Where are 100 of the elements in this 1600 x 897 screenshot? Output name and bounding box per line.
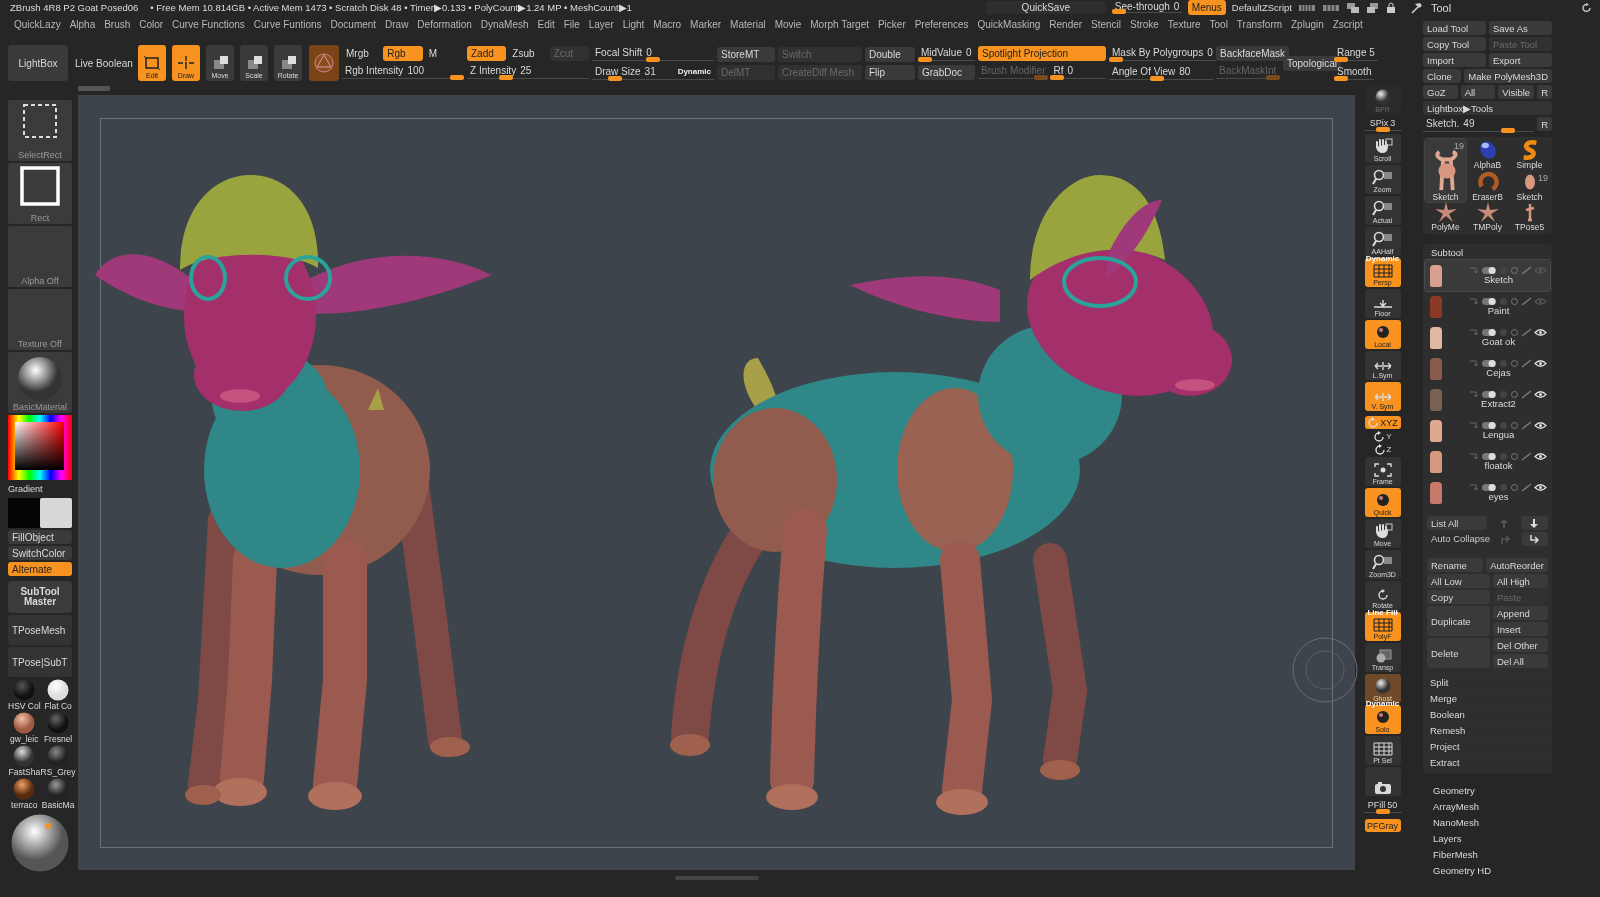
menu-item[interactable]: Curve Functions (172, 18, 245, 30)
menu-item[interactable]: Material (730, 18, 766, 30)
shelf-button[interactable]: TPose|SubT (8, 647, 72, 677)
toolbar-button[interactable]: Flip (865, 64, 915, 80)
color-picker[interactable] (8, 415, 72, 480)
menu-item[interactable]: QuickLazy (14, 18, 61, 30)
section-header[interactable]: FiberMesh (1423, 846, 1552, 862)
tool-button[interactable]: GoZ (1423, 85, 1458, 99)
menu-item[interactable]: Tool (1209, 18, 1228, 30)
tool-thumbnail[interactable]: 19 Sketch (1509, 171, 1550, 202)
menu-item[interactable]: Document (330, 18, 377, 30)
subtool-master-button[interactable]: SubTool Master (8, 581, 72, 613)
shelf-button[interactable]: TPoseMesh (8, 615, 72, 645)
rotate-axis-button[interactable]: Z (1373, 444, 1392, 455)
tool-thumbnail[interactable]: PolyMe (1425, 203, 1466, 232)
menus-button[interactable]: Menus (1187, 0, 1226, 15)
menu-item[interactable]: Movie (774, 18, 802, 30)
menu-item[interactable]: Macro (653, 18, 682, 30)
subtool-item[interactable]: Extract2 (1425, 384, 1550, 415)
subtool-item[interactable]: Lengua (1425, 415, 1550, 446)
subtool-button[interactable]: Duplicate (1427, 606, 1490, 636)
list-all-button[interactable]: List All (1427, 516, 1487, 530)
slider[interactable]: Z Intensity 25 (467, 64, 589, 80)
tool-button[interactable]: Load Tool (1423, 21, 1486, 35)
slider[interactable]: Mask By Polygroups 0 (1109, 45, 1216, 62)
subtool-button[interactable]: Append (1493, 606, 1548, 620)
shelf-tile[interactable]: Alpha Off (8, 226, 72, 287)
menu-item[interactable]: Draw (385, 18, 409, 30)
tool-thumbnail[interactable]: TMPoly (1467, 203, 1508, 232)
menu-item[interactable]: Zplugin (1291, 18, 1324, 30)
tool-thumbnail[interactable]: AlphaB (1467, 139, 1508, 170)
menu-item[interactable]: Alpha (69, 18, 96, 30)
menu-item[interactable]: Curve Funtions (253, 18, 322, 30)
tool-button[interactable]: All (1460, 85, 1496, 99)
tool-button[interactable]: Clone (1423, 69, 1462, 83)
section-header[interactable]: Layers (1423, 830, 1552, 846)
subtool-command[interactable]: Extract (1425, 754, 1550, 770)
subtool-button[interactable]: AutoReorder (1486, 558, 1548, 572)
subtool-command[interactable]: Project (1425, 738, 1550, 754)
tool-thumbnail[interactable]: 19 Sketch (1425, 139, 1466, 202)
shelf-slider[interactable]: PFill 50 (1363, 798, 1402, 814)
subtool-item[interactable]: Goat ok (1425, 322, 1550, 353)
tool-thumbnail[interactable]: EraserB (1467, 171, 1508, 202)
shelf-tile[interactable]: BasicMaterial (8, 352, 72, 413)
move-down-button[interactable] (1520, 516, 1548, 530)
tool-thumbnail[interactable]: Simple (1509, 139, 1550, 170)
slider[interactable]: MidValue 0 (918, 46, 975, 62)
lightbox-button[interactable]: LightBox (8, 45, 68, 81)
subtool-button[interactable]: Del All (1493, 654, 1548, 668)
rotate-axis-button[interactable]: Y (1373, 431, 1392, 442)
subtool-item[interactable]: floatok (1425, 446, 1550, 477)
reset-button[interactable]: R (1537, 117, 1552, 131)
tool-slider[interactable]: Sketch. 49 (1423, 117, 1535, 133)
menu-item[interactable]: Zscript (1332, 18, 1363, 30)
subtool-command[interactable]: Remesh (1425, 722, 1550, 738)
subtool-button[interactable]: Insert (1493, 622, 1548, 636)
toolbar-button[interactable]: Rgb (383, 46, 423, 61)
toolbar-button[interactable]: M (424, 46, 464, 61)
subtool-button[interactable]: All High (1493, 574, 1548, 588)
scroll-thumb[interactable] (78, 86, 110, 91)
section-header[interactable]: NanoMesh (1423, 814, 1552, 830)
menu-item[interactable]: Color (139, 18, 164, 30)
subtool-item[interactable]: Paint (1425, 291, 1550, 322)
shelf-slider[interactable]: SPix 3 (1363, 116, 1402, 132)
subtool-command[interactable]: Boolean (1425, 706, 1550, 722)
menu-item[interactable]: File (563, 18, 580, 30)
toolbar-button[interactable]: Zadd (467, 46, 507, 61)
subtool-command[interactable]: Split (1425, 674, 1550, 690)
menu-item[interactable]: Marker (690, 18, 722, 30)
shelf-tile[interactable]: SelectRect (8, 100, 72, 161)
tool-button[interactable]: Lightbox▶Tools (1423, 101, 1552, 115)
primary-color-swatch[interactable] (8, 498, 40, 528)
shelf-button[interactable] (1364, 767, 1401, 796)
menu-item[interactable]: Light (622, 18, 645, 30)
menu-item[interactable]: Brush (104, 18, 131, 30)
script-name[interactable]: DefaultZScript (1231, 2, 1292, 13)
menu-item[interactable]: QuickMasking (977, 18, 1041, 30)
subtool-button[interactable]: All Low (1427, 574, 1490, 588)
menu-item[interactable]: Transform (1236, 18, 1283, 30)
tool-button[interactable]: Export (1489, 53, 1552, 67)
subtool-button[interactable]: Del Other (1493, 638, 1548, 652)
tool-button[interactable]: Visible (1498, 85, 1535, 99)
secondary-color-swatch[interactable] (40, 498, 72, 528)
slider[interactable]: Focal Shift 0 (592, 45, 714, 62)
shelf-tile[interactable]: Texture Off (8, 289, 72, 350)
toolbar-button[interactable]: StoreMT (717, 46, 775, 62)
tool-button[interactable]: Save As (1489, 21, 1552, 35)
menu-item[interactable]: Picker (877, 18, 906, 30)
shelf-button[interactable]: FillObject (8, 530, 72, 544)
shelf-button[interactable]: SwitchColor (8, 546, 72, 560)
menu-item[interactable]: Texture (1167, 18, 1201, 30)
subtool-item[interactable]: Cejas (1425, 353, 1550, 384)
tool-thumbnail[interactable]: TPose5 (1509, 203, 1550, 232)
toolbar-button[interactable]: GrabDoc (918, 65, 975, 80)
subtool-button[interactable]: Copy (1427, 590, 1490, 604)
subtool-item[interactable]: eyes (1425, 477, 1550, 508)
menu-item[interactable]: Morph Target (810, 18, 869, 30)
slider[interactable]: Rf 0 (1050, 64, 1106, 80)
menu-item[interactable]: Preferences (914, 18, 969, 30)
subtool-button[interactable]: Rename (1427, 558, 1484, 572)
